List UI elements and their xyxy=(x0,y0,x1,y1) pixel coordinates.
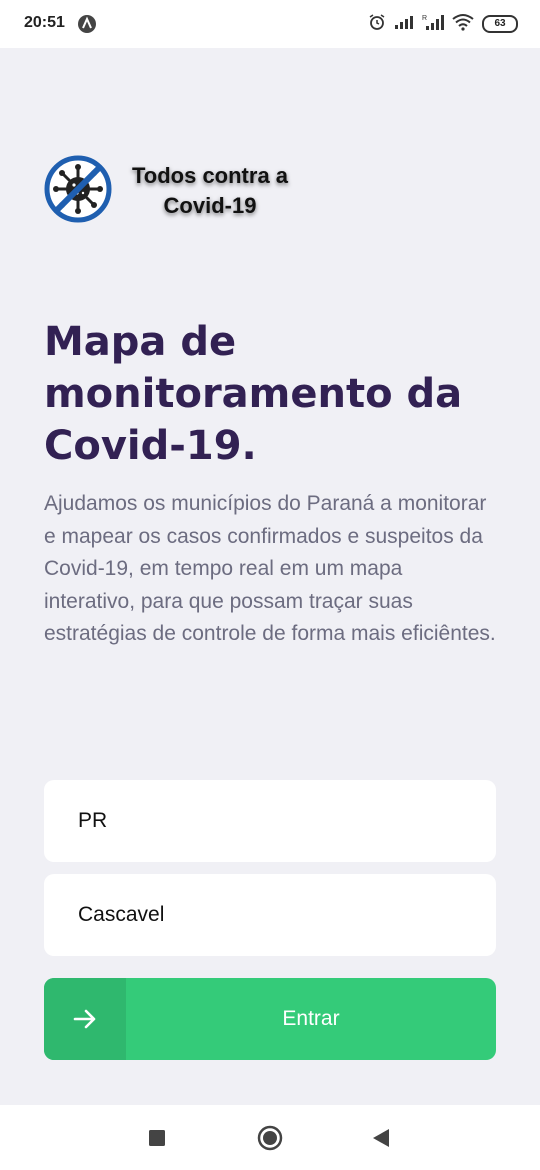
no-virus-icon xyxy=(44,155,112,223)
svg-text:R: R xyxy=(422,15,427,22)
app-logo: Todos contra a Covid-19 xyxy=(44,155,314,229)
page-description: Ajudamos os municípios do Paraná a monit… xyxy=(44,492,496,645)
uf-select-value: PR xyxy=(78,809,108,832)
enter-button-label: Entrar xyxy=(282,1007,340,1030)
wifi-icon xyxy=(452,13,474,35)
status-icons: R 63 xyxy=(368,13,518,35)
status-bar: 20:51 R 63 xyxy=(0,0,540,48)
system-nav-bar xyxy=(0,1105,540,1170)
recent-apps-square-icon[interactable] xyxy=(142,1123,172,1153)
city-select[interactable]: Cascavel xyxy=(44,874,496,956)
page-title: Mapa de monitoramento da Covid-19. xyxy=(44,319,463,469)
signal-roaming-icon: R xyxy=(422,13,444,35)
logo-line-1: Todos contra a xyxy=(131,163,289,188)
battery-icon: 63 xyxy=(482,15,518,33)
city-select-value: Cascavel xyxy=(78,903,165,926)
status-time: 20:51 xyxy=(24,14,65,31)
uf-select[interactable]: PR xyxy=(44,780,496,862)
logo-text: Todos contra a Covid-19 xyxy=(110,161,310,221)
home-circle-icon[interactable] xyxy=(255,1123,285,1153)
arrow-right-icon xyxy=(44,978,126,1060)
back-triangle-icon[interactable] xyxy=(366,1123,396,1153)
app-notification-icon xyxy=(78,15,96,33)
signal-icon xyxy=(394,14,414,34)
alarm-icon xyxy=(368,13,386,35)
enter-button[interactable]: Entrar xyxy=(44,978,496,1060)
logo-line-2: Covid-19 xyxy=(163,193,257,218)
